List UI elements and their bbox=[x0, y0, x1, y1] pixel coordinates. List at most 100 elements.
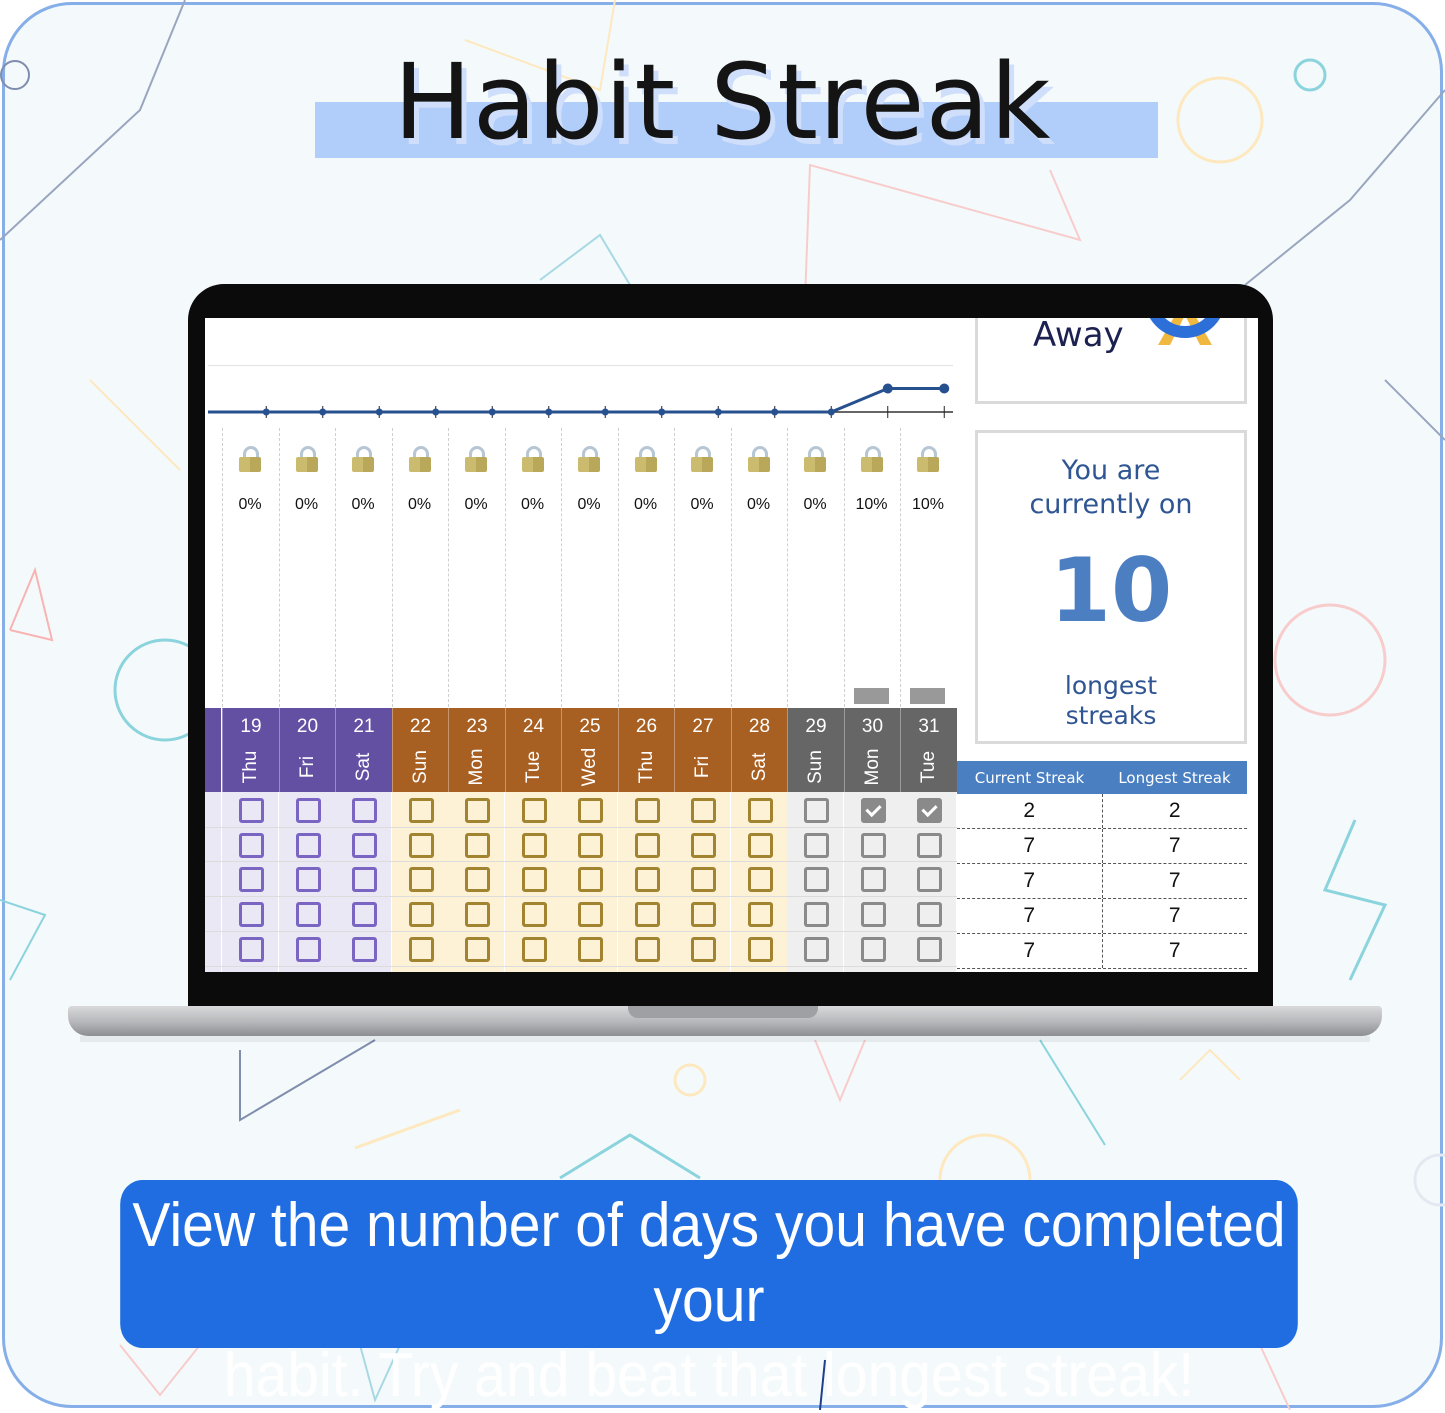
current-streak-cell[interactable]: 7 bbox=[957, 864, 1103, 898]
longest-streak-cell[interactable]: 2 bbox=[1103, 794, 1248, 828]
habit-checkbox[interactable] bbox=[691, 902, 716, 928]
habit-checkbox[interactable] bbox=[521, 832, 547, 858]
habit-checkbox[interactable] bbox=[917, 798, 942, 823]
day-header: 25 Wed bbox=[561, 708, 618, 792]
streak-count: 10 bbox=[1049, 539, 1173, 642]
habit-checkbox[interactable] bbox=[352, 936, 377, 962]
habit-checkbox[interactable] bbox=[747, 936, 773, 962]
lock-icon bbox=[408, 446, 431, 472]
day-percentage: 0% bbox=[464, 496, 488, 513]
habit-checkbox[interactable] bbox=[860, 936, 886, 962]
habit-checkbox[interactable] bbox=[352, 867, 377, 893]
habit-checkbox[interactable] bbox=[465, 867, 490, 893]
habit-checkbox[interactable] bbox=[578, 867, 603, 893]
habit-checkbox[interactable] bbox=[295, 867, 321, 893]
chart-series-line bbox=[208, 387, 945, 414]
habit-checkbox[interactable] bbox=[521, 867, 547, 893]
habit-checkbox[interactable] bbox=[804, 902, 829, 928]
day-of-week: Thu bbox=[240, 750, 261, 784]
chart-point bbox=[882, 383, 893, 394]
habit-checkbox[interactable] bbox=[295, 902, 321, 928]
habit-checkbox[interactable] bbox=[860, 832, 886, 858]
habit-checkbox[interactable] bbox=[691, 798, 716, 823]
caption-line-1: View the number of days you have complet… bbox=[132, 1191, 1286, 1335]
habit-checkbox[interactable] bbox=[804, 936, 829, 962]
day-percentage: 0% bbox=[407, 496, 432, 513]
habit-checkbox[interactable] bbox=[239, 798, 264, 823]
habit-checkbox[interactable] bbox=[691, 867, 716, 893]
habit-checkbox[interactable] bbox=[352, 832, 377, 858]
longest-streak-cell[interactable]: 7 bbox=[1103, 829, 1248, 863]
habit-checkbox[interactable] bbox=[239, 936, 264, 962]
habit-checkbox[interactable] bbox=[634, 798, 660, 823]
habit-checkbox[interactable] bbox=[917, 867, 942, 893]
habit-checkbox[interactable] bbox=[691, 832, 716, 858]
current-streak-cell[interactable]: 7 bbox=[957, 934, 1103, 968]
habit-checkbox[interactable] bbox=[804, 832, 829, 858]
habit-checkbox[interactable] bbox=[465, 936, 490, 962]
habit-checkbox[interactable] bbox=[521, 798, 547, 823]
chart-point bbox=[375, 408, 383, 416]
habit-checkbox[interactable] bbox=[295, 832, 321, 858]
habit-checkbox[interactable] bbox=[408, 902, 434, 928]
habit-checkbox[interactable] bbox=[747, 798, 773, 823]
lock-icon bbox=[578, 446, 600, 472]
day-of-week: Tue bbox=[522, 750, 544, 784]
habit-checkbox[interactable] bbox=[408, 798, 434, 823]
habit-checkbox[interactable] bbox=[295, 798, 321, 823]
current-streak-cell[interactable]: 2 bbox=[957, 794, 1103, 828]
habit-checkbox[interactable] bbox=[634, 902, 660, 928]
habit-checkbox[interactable] bbox=[634, 832, 660, 858]
habit-checkbox[interactable] bbox=[521, 936, 547, 962]
habit-checkbox[interactable] bbox=[860, 902, 886, 928]
habit-checkbox[interactable] bbox=[747, 867, 773, 893]
habit-checkbox[interactable] bbox=[352, 798, 377, 823]
lock-icon bbox=[239, 446, 261, 472]
habit-checkbox[interactable] bbox=[578, 832, 603, 858]
chart-point bbox=[262, 408, 270, 416]
habit-checkbox[interactable] bbox=[917, 832, 942, 858]
chart-point bbox=[658, 408, 666, 416]
day-date: 19 bbox=[240, 716, 262, 737]
habit-checkbox[interactable] bbox=[239, 902, 264, 928]
habit-checkbox[interactable] bbox=[352, 902, 377, 928]
habit-checkbox[interactable] bbox=[804, 798, 829, 823]
habit-checkbox[interactable] bbox=[408, 867, 434, 893]
habit-checkbox[interactable] bbox=[634, 867, 660, 893]
habit-checkbox[interactable] bbox=[465, 832, 490, 858]
habit-checkbox[interactable] bbox=[634, 936, 660, 962]
habit-checkbox[interactable] bbox=[408, 936, 434, 962]
habit-checkbox[interactable] bbox=[917, 936, 942, 962]
habit-checkbox[interactable] bbox=[917, 902, 942, 928]
longest-streak-cell[interactable]: 7 bbox=[1103, 899, 1248, 933]
habit-checkbox[interactable] bbox=[465, 798, 490, 823]
row-divider bbox=[205, 930, 957, 932]
habit-checkbox[interactable] bbox=[239, 832, 264, 858]
progress-marker bbox=[910, 688, 945, 704]
chart-point bbox=[771, 408, 779, 416]
habit-checkbox[interactable] bbox=[804, 867, 829, 893]
habit-checkbox[interactable] bbox=[860, 798, 886, 823]
habit-checkbox[interactable] bbox=[408, 832, 434, 858]
day-of-week: Mon bbox=[466, 748, 487, 786]
day-header: 24 Tue bbox=[504, 708, 562, 792]
row-divider bbox=[205, 896, 957, 898]
habit-checkbox[interactable] bbox=[747, 832, 773, 858]
longest-streak-cell[interactable]: 7 bbox=[1103, 864, 1248, 898]
habit-checkbox[interactable] bbox=[239, 867, 264, 893]
habit-checkbox[interactable] bbox=[860, 867, 886, 893]
longest-streak-cell[interactable]: 7 bbox=[1103, 934, 1248, 968]
habit-checkbox[interactable] bbox=[465, 902, 490, 928]
habit-checkbox[interactable] bbox=[578, 936, 603, 962]
day-header: 22 Sun bbox=[391, 708, 449, 792]
habit-checkbox[interactable] bbox=[747, 902, 773, 928]
current-streak-cell[interactable]: 7 bbox=[957, 899, 1103, 933]
habit-checkbox[interactable] bbox=[295, 936, 321, 962]
habit-checkbox[interactable] bbox=[521, 902, 547, 928]
header-current-streak: Current Streak bbox=[974, 768, 1085, 787]
current-streak-cell[interactable]: 7 bbox=[957, 829, 1103, 863]
habit-checkbox[interactable] bbox=[691, 936, 716, 962]
habit-checkbox[interactable] bbox=[578, 902, 603, 928]
day-header: 28 Sat bbox=[730, 708, 788, 792]
habit-checkbox[interactable] bbox=[578, 798, 603, 823]
